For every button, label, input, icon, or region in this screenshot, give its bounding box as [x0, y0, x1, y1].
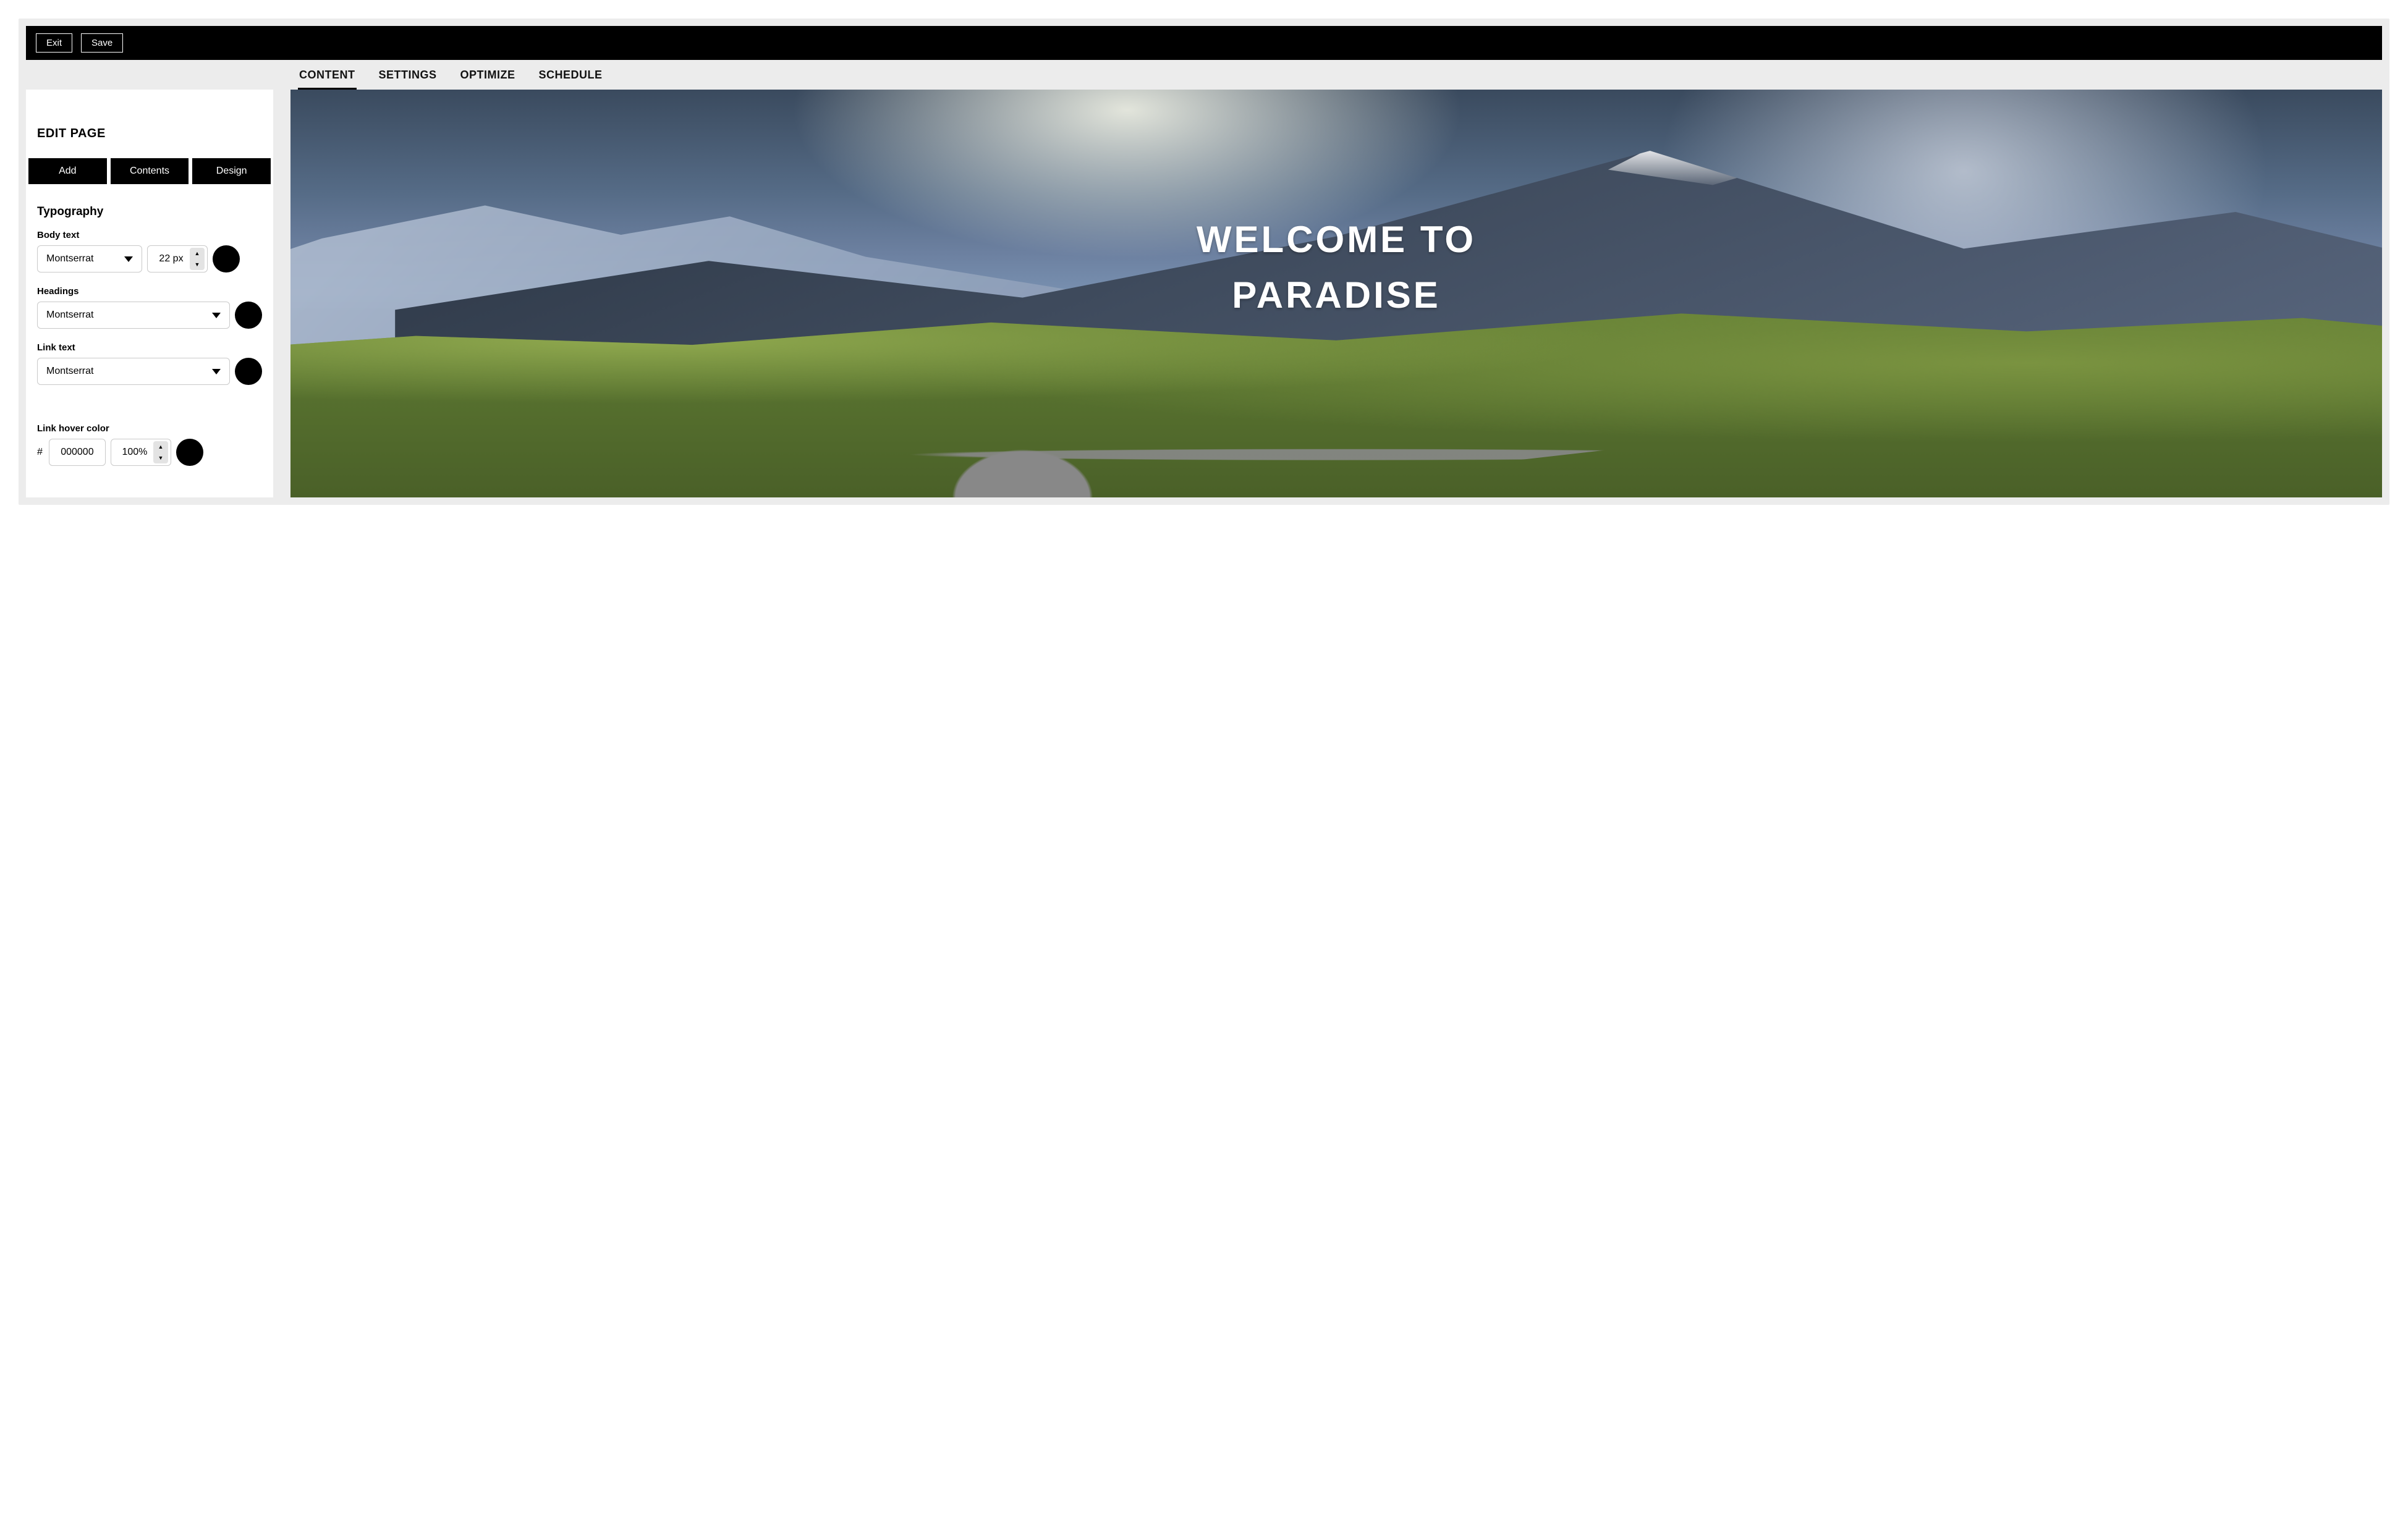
body-text-row: Montserrat 22 px ▲ ▼	[37, 245, 262, 272]
hero-text[interactable]: WELCOME TO PARADISE	[1197, 212, 1476, 323]
sidebar-tab-contents[interactable]: Contents	[111, 158, 189, 184]
tab-optimize[interactable]: OPTIMIZE	[459, 69, 517, 90]
link-hover-swatch[interactable]	[176, 439, 203, 466]
body-color-swatch[interactable]	[213, 245, 240, 272]
headings-row: Montserrat	[37, 302, 262, 329]
headings-font-select[interactable]: Montserrat	[37, 302, 230, 329]
typography-heading: Typography	[37, 205, 262, 219]
sidebar-tab-add[interactable]: Add	[28, 158, 107, 184]
sidebar-panel: EDIT PAGE Add Contents Design Typography…	[26, 90, 273, 497]
main-tabs: CONTENT SETTINGS OPTIMIZE SCHEDULE	[298, 60, 2382, 90]
sidebar-tab-design[interactable]: Design	[192, 158, 271, 184]
app-frame: Exit Save CONTENT SETTINGS OPTIMIZE SCHE…	[19, 19, 2389, 505]
hash-symbol: #	[37, 447, 44, 458]
body-size-input[interactable]: 22 px ▲ ▼	[147, 245, 208, 272]
sidebar-tabs: Add Contents Design	[26, 158, 273, 184]
preview-road	[290, 355, 2382, 497]
spinner-down-icon[interactable]: ▼	[190, 259, 205, 270]
chevron-down-icon	[212, 369, 221, 374]
body-font-value: Montserrat	[46, 253, 93, 264]
preview-canvas[interactable]: WELCOME TO PARADISE	[290, 90, 2382, 497]
chevron-down-icon	[212, 313, 221, 318]
link-font-value: Montserrat	[46, 366, 93, 377]
body-text-label: Body text	[37, 230, 262, 240]
headings-font-value: Montserrat	[46, 310, 93, 321]
sidebar-title: EDIT PAGE	[26, 90, 273, 158]
body-size-spinner: ▲ ▼	[190, 248, 205, 270]
spinner-up-icon[interactable]: ▲	[190, 248, 205, 259]
headings-color-swatch[interactable]	[235, 302, 262, 329]
opacity-value: 100%	[120, 447, 150, 458]
headings-label: Headings	[37, 286, 262, 297]
link-color-swatch[interactable]	[235, 358, 262, 385]
link-hover-row: # 100% ▲ ▼	[37, 439, 262, 466]
body-size-value: 22 px	[156, 253, 186, 264]
typography-panel: Typography Body text Montserrat 22 px ▲ …	[26, 184, 273, 466]
body-font-select[interactable]: Montserrat	[37, 245, 142, 272]
workspace: EDIT PAGE Add Contents Design Typography…	[26, 90, 2382, 497]
opacity-input[interactable]: 100% ▲ ▼	[111, 439, 171, 466]
top-toolbar: Exit Save	[26, 26, 2382, 60]
tab-settings[interactable]: SETTINGS	[378, 69, 438, 90]
hex-input[interactable]	[49, 439, 106, 466]
link-text-label: Link text	[37, 342, 262, 353]
spinner-up-icon[interactable]: ▲	[153, 441, 168, 452]
save-button[interactable]: Save	[81, 33, 123, 53]
link-text-row: Montserrat	[37, 358, 262, 385]
tab-schedule[interactable]: SCHEDULE	[538, 69, 604, 90]
chevron-down-icon	[124, 256, 133, 262]
tab-content[interactable]: CONTENT	[298, 69, 357, 90]
opacity-spinner: ▲ ▼	[153, 441, 168, 463]
link-hover-label: Link hover color	[37, 423, 262, 434]
spinner-down-icon[interactable]: ▼	[153, 452, 168, 463]
exit-button[interactable]: Exit	[36, 33, 72, 53]
link-font-select[interactable]: Montserrat	[37, 358, 230, 385]
